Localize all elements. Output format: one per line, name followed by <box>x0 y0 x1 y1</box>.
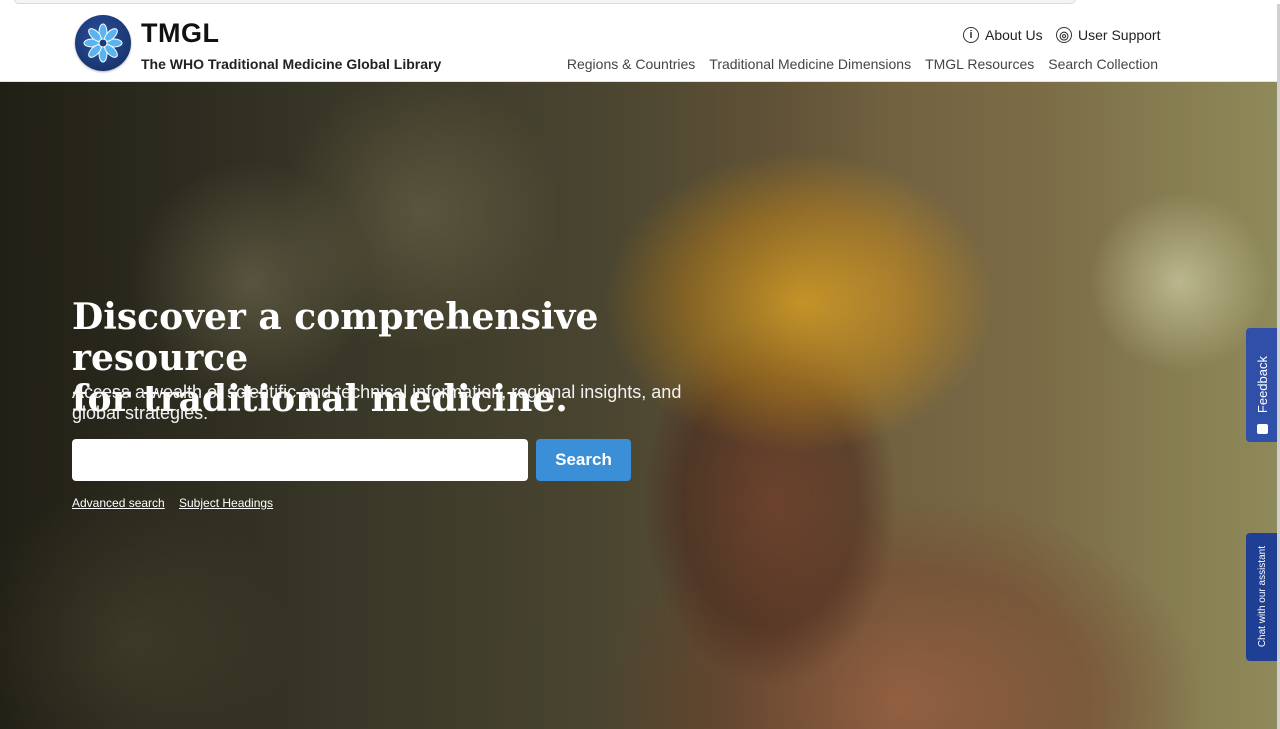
lifebuoy-icon: ◎ <box>1056 27 1072 43</box>
nav-search-collection[interactable]: Search Collection <box>1048 56 1158 72</box>
chat-assistant-tab[interactable]: Chat with our assistant <box>1246 533 1278 661</box>
user-support-link[interactable]: ◎ User Support <box>1056 27 1160 43</box>
advanced-search-link[interactable]: Advanced search <box>72 496 165 510</box>
info-icon: i <box>963 27 979 43</box>
flower-icon <box>83 23 123 63</box>
site-header: TMGL The WHO Traditional Medicine Global… <box>0 4 1280 82</box>
hero-headline-line1: Discover a comprehensive resource <box>72 296 599 379</box>
user-support-label: User Support <box>1078 27 1161 43</box>
feedback-label: Feedback <box>1254 356 1270 414</box>
feedback-icon <box>1257 424 1268 434</box>
subject-headings-link[interactable]: Subject Headings <box>179 496 273 510</box>
site-subtitle: The WHO Traditional Medicine Global Libr… <box>141 56 442 72</box>
search-button[interactable]: Search <box>536 439 631 481</box>
about-us-label: About Us <box>985 27 1043 43</box>
hero-banner: Discover a comprehensive resource for tr… <box>0 82 1280 729</box>
chat-label: Chat with our assistant <box>1256 546 1268 648</box>
nav-traditional-medicine-dimensions[interactable]: Traditional Medicine Dimensions <box>709 56 911 72</box>
hero-subtext: Access a wealth of scientific and techni… <box>72 382 682 423</box>
about-us-link[interactable]: i About Us <box>963 27 1043 43</box>
tmgl-logo[interactable] <box>75 15 131 71</box>
nav-tmgl-resources[interactable]: TMGL Resources <box>925 56 1034 72</box>
feedback-tab[interactable]: Feedback <box>1246 328 1278 442</box>
site-title[interactable]: TMGL <box>141 18 219 49</box>
nav-regions-countries[interactable]: Regions & Countries <box>567 56 695 72</box>
main-nav: Regions & Countries Traditional Medicine… <box>567 56 1158 72</box>
search-input[interactable] <box>72 439 528 481</box>
